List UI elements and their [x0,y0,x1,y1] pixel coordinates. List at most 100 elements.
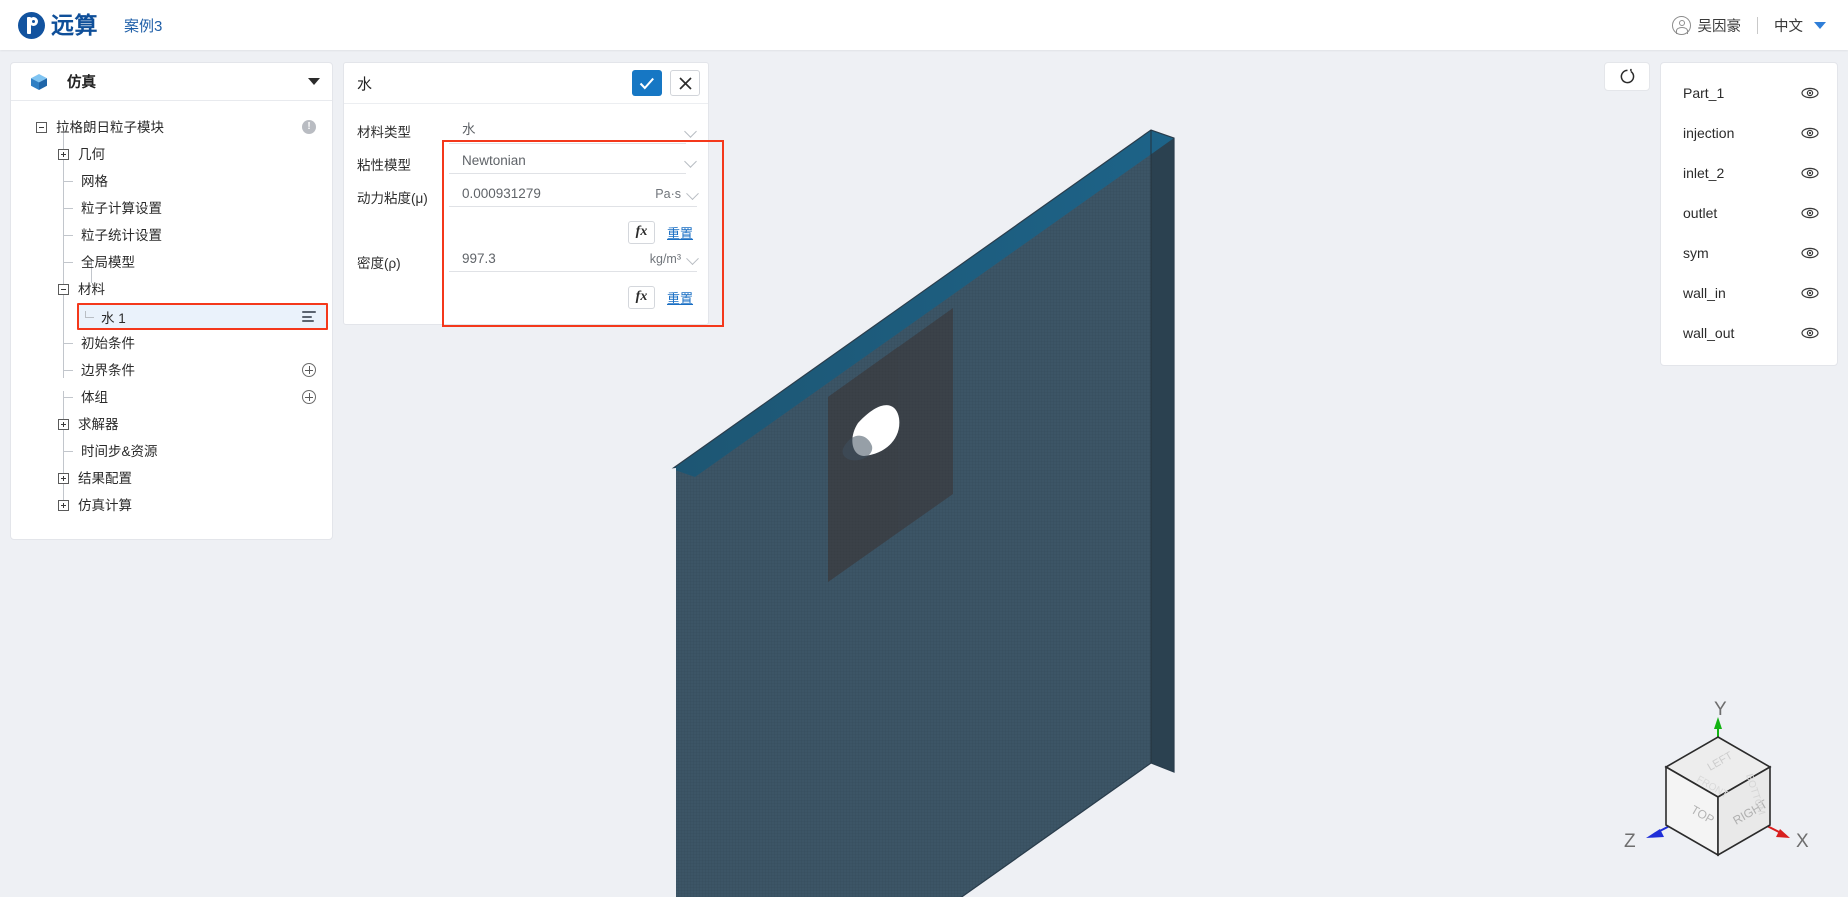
application-root: 远算 案例3 吴因豪 中文 TOP RIGHT LEFT FRONT BOTTO… [0,0,1848,897]
material-panel-actions [632,70,700,96]
reset-view-icon [1620,68,1634,84]
list-item[interactable]: inlet_2 [1661,153,1837,193]
collapse-minus-icon[interactable] [58,284,69,295]
tree-item-materials[interactable]: 材料 [11,276,332,303]
chevron-down-icon[interactable] [684,155,697,168]
field-label: 材料类型 [357,124,411,140]
brand-logo[interactable]: 远算 [18,11,98,39]
expand-plus-icon[interactable] [58,149,69,160]
expand-plus-icon[interactable] [58,473,69,484]
tree-item-mesh[interactable]: 网格 [11,168,332,195]
language-label[interactable]: 中文 [1774,15,1803,36]
axis-z-label: Z [1624,831,1636,852]
expand-plus-icon[interactable] [58,500,69,511]
parts-panel: Part_1 injection inlet_2 outlet sym wall… [1660,62,1838,366]
tree-item-volume-group[interactable]: 体组 [11,384,332,411]
add-boundary-condition-icon[interactable] [302,363,316,377]
caret-down-icon[interactable] [1814,21,1826,29]
tree-connector [64,338,75,349]
orientation-cube[interactable]: TOP RIGHT LEFT FRONT BOTTOM Y X Z [1618,689,1818,889]
list-menu-icon[interactable] [302,311,316,322]
tree-item-boundary-conditions[interactable]: 边界条件 [11,357,332,384]
tree-item-initial-conditions[interactable]: 初始条件 [11,330,332,357]
chevron-down-icon [686,187,699,201]
reset-view-button[interactable] [1604,62,1650,91]
viscosity-model-select[interactable]: Newtonian [449,153,686,174]
tree-item-water-1-wrapper: 水 1 [77,303,328,330]
density-formula-button[interactable]: fx [628,285,655,309]
confirm-button[interactable] [632,70,662,96]
eye-icon[interactable] [1801,84,1819,102]
tree-item-label: 体组 [81,389,108,405]
eye-icon[interactable] [1801,204,1819,222]
tree-item-geometry[interactable]: 几何 [11,141,332,168]
tree-item-label: 仿真计算 [78,497,132,513]
tree-connector [85,311,97,322]
material-type-select[interactable]: 水 [449,118,686,144]
density-reset-link[interactable]: 重置 [667,288,697,307]
dynamic-viscosity-formula-button[interactable]: fx [628,220,655,244]
tree-item-label: 几何 [78,146,105,162]
list-item[interactable]: wall_out [1661,313,1837,353]
expand-plus-icon[interactable] [58,419,69,430]
tree-item-particle-calc-settings[interactable]: 粒子计算设置 [11,195,332,222]
sidebar-header[interactable]: 仿真 [11,63,332,101]
user-menu[interactable]: 吴因豪 [1671,15,1742,36]
cube-icon [29,72,49,92]
add-volume-group-icon[interactable] [302,390,316,404]
tree-item-result-config[interactable]: 结果配置 [11,465,332,492]
tree-connector [64,392,75,403]
part-label: wall_in [1683,285,1726,301]
axis-y-label: Y [1714,699,1727,720]
list-item[interactable]: wall_in [1661,273,1837,313]
user-name: 吴因豪 [1697,18,1742,35]
eye-icon[interactable] [1801,244,1819,262]
tree-item-global-model[interactable]: 全局模型 [11,249,332,276]
chevron-down-icon[interactable] [684,124,697,138]
unit-label: Pa·s [655,187,681,201]
top-bar-right: 吴因豪 中文 [1671,15,1826,36]
tree-item-solver[interactable]: 求解器 [11,411,332,438]
cancel-button[interactable] [670,70,700,96]
tree-item-label: 时间步&资源 [81,443,158,459]
list-item[interactable]: outlet [1661,193,1837,233]
eye-icon[interactable] [1801,164,1819,182]
project-name[interactable]: 案例3 [124,15,162,36]
tree-item-label: 求解器 [78,416,119,432]
brand-text: 远算 [51,11,98,38]
tree-item-timestep-resources[interactable]: 时间步&资源 [11,438,332,465]
density-input[interactable]: 997.3 [449,251,635,272]
tree-connector [64,446,75,457]
tree-item-label: 水 1 [101,310,126,326]
material-properties-panel: 水 材料类型 水 粘性模型 Newtonian 动力粘度(μ) 0.000931… [343,62,724,327]
eye-icon[interactable] [1801,124,1819,142]
dynamic-viscosity-input[interactable]: 0.000931279 [449,186,635,207]
tree-item-label: 边界条件 [81,362,135,378]
field-density: 密度(ρ) 997.3 kg/m³ [344,245,708,278]
tree-item-label: 初始条件 [81,335,135,351]
collapse-minus-icon[interactable] [36,122,47,133]
list-item[interactable]: sym [1661,233,1837,273]
brand-name: 远算 [51,11,98,38]
tree-item-label: 全局模型 [81,254,135,270]
density-tools: fx 重置 [344,278,708,310]
list-item[interactable]: Part_1 [1661,73,1837,113]
unit-label: kg/m³ [649,252,681,266]
list-item[interactable]: injection [1661,113,1837,153]
tree-item-water-1[interactable]: 水 1 [77,303,328,330]
eye-icon[interactable] [1801,284,1819,302]
tree-item-run-simulation[interactable]: 仿真计算 [11,492,332,519]
info-icon[interactable]: ! [302,120,316,134]
tree-item-label: 结果配置 [78,470,132,486]
dynamic-viscosity-unit-select[interactable]: Pa·s [635,187,699,207]
caret-down-icon[interactable] [308,78,320,85]
tree-item-label: 拉格朗日粒子模块 [56,119,164,135]
eye-icon[interactable] [1801,324,1819,342]
dynamic-viscosity-reset-link[interactable]: 重置 [667,223,697,242]
part-label: wall_out [1683,325,1735,341]
user-circle-icon [1671,15,1691,35]
tree-item-lagrangian-module[interactable]: 拉格朗日粒子模块 ! [11,114,332,141]
density-unit-select[interactable]: kg/m³ [635,252,699,272]
tree-item-particle-stats-settings[interactable]: 粒子统计设置 [11,222,332,249]
field-label: 动力粘度(μ) [357,190,428,206]
